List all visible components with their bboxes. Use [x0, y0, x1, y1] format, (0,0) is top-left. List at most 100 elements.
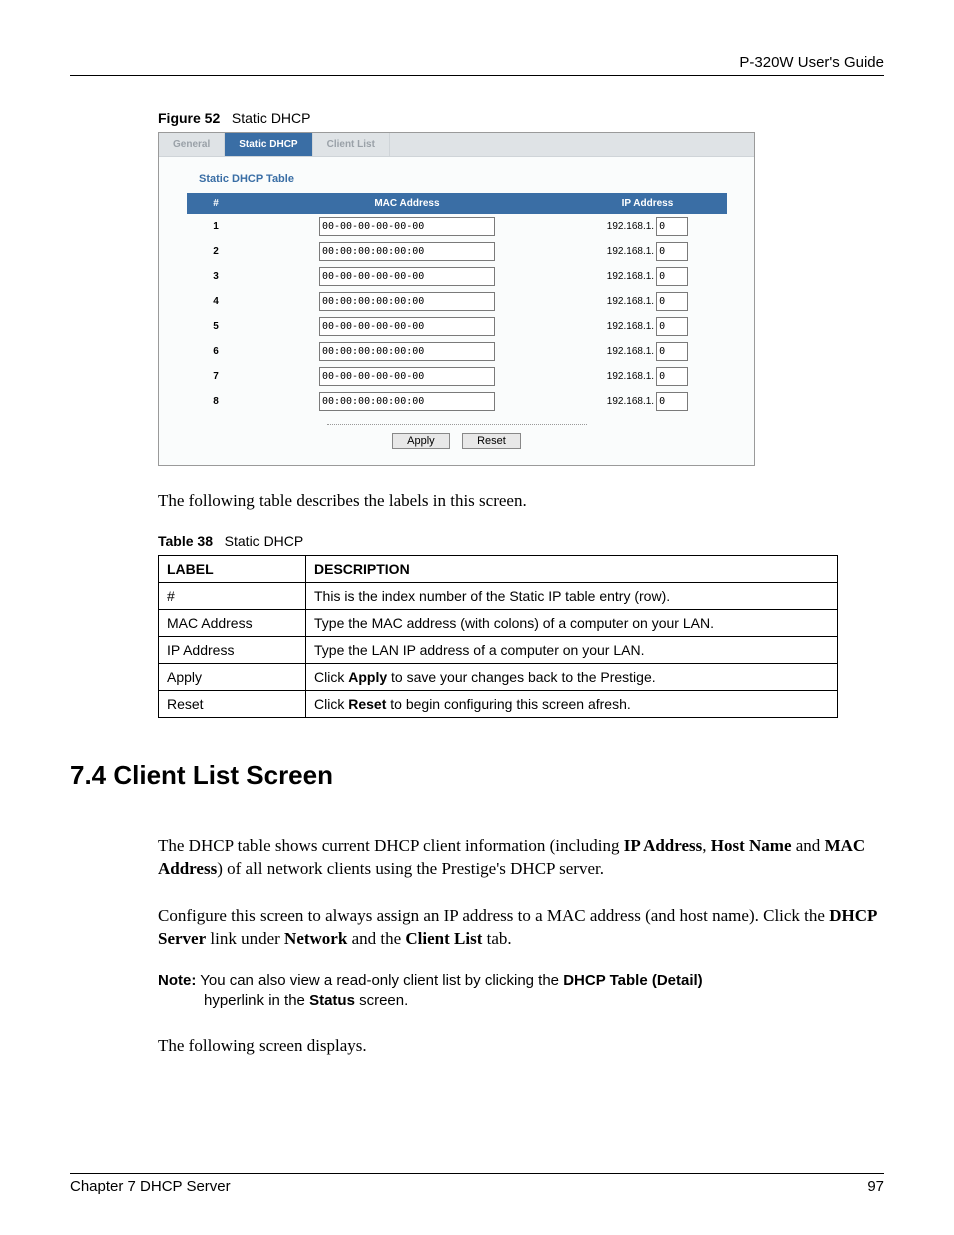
tab-client-list[interactable]: Client List [313, 133, 390, 156]
ip-prefix: 192.168.1. [607, 396, 654, 407]
mac-input[interactable] [319, 317, 495, 336]
footer-page: 97 [867, 1178, 884, 1195]
table-row: 3 192.168.1. [187, 264, 726, 289]
ip-prefix: 192.168.1. [607, 271, 654, 282]
ip-cell: 192.168.1. [569, 339, 726, 364]
desc-cell-label: Reset [159, 690, 306, 717]
ip-input[interactable] [656, 367, 688, 386]
table-caption: Table 38 Static DHCP [158, 533, 884, 549]
guide-title: P-320W User's Guide [70, 54, 884, 71]
desc-cell-desc: Type the MAC address (with colons) of a … [306, 609, 838, 636]
para-intro: The following table describes the labels… [158, 490, 884, 513]
row-index: 3 [187, 264, 245, 289]
mac-cell [245, 389, 569, 414]
desc-cell-label: # [159, 582, 306, 609]
mac-cell [245, 239, 569, 264]
desc-cell-label: MAC Address [159, 609, 306, 636]
mac-cell [245, 364, 569, 389]
table-label: Table 38 [158, 533, 213, 549]
mac-cell [245, 339, 569, 364]
figure-caption: Figure 52 Static DHCP [158, 110, 884, 126]
ip-prefix: 192.168.1. [607, 321, 654, 332]
col-mac: MAC Address [245, 194, 569, 214]
ip-input[interactable] [656, 242, 688, 261]
desc-row: # This is the index number of the Static… [159, 582, 838, 609]
desc-head-label: LABEL [159, 555, 306, 582]
note-block: Note: You can also view a read-only clie… [158, 971, 884, 1012]
mac-cell [245, 214, 569, 240]
ip-input[interactable] [656, 342, 688, 361]
ip-input[interactable] [656, 317, 688, 336]
row-index: 6 [187, 339, 245, 364]
desc-cell-desc: Type the LAN IP address of a computer on… [306, 636, 838, 663]
ip-prefix: 192.168.1. [607, 296, 654, 307]
desc-cell-desc: This is the index number of the Static I… [306, 582, 838, 609]
desc-row: Apply Click Apply to save your changes b… [159, 663, 838, 690]
mac-cell [245, 264, 569, 289]
mac-input[interactable] [319, 292, 495, 311]
figure-label: Figure 52 [158, 110, 220, 126]
row-index: 5 [187, 314, 245, 339]
apply-button[interactable]: Apply [392, 433, 450, 449]
para-74-2: Configure this screen to always assign a… [158, 905, 884, 951]
reset-button[interactable]: Reset [462, 433, 521, 449]
desc-row: IP Address Type the LAN IP address of a … [159, 636, 838, 663]
desc-row: MAC Address Type the MAC address (with c… [159, 609, 838, 636]
tab-static-dhcp[interactable]: Static DHCP [225, 133, 312, 156]
ip-input[interactable] [656, 392, 688, 411]
ip-prefix: 192.168.1. [607, 246, 654, 257]
desc-cell-desc: Click Apply to save your changes back to… [306, 663, 838, 690]
ip-cell: 192.168.1. [569, 214, 726, 240]
mac-cell [245, 289, 569, 314]
table-row: 1 192.168.1. [187, 214, 726, 240]
ip-input[interactable] [656, 267, 688, 286]
ip-cell: 192.168.1. [569, 289, 726, 314]
table-row: 8 192.168.1. [187, 389, 726, 414]
col-ip: IP Address [569, 194, 726, 214]
mac-input[interactable] [319, 342, 495, 361]
row-index: 1 [187, 214, 245, 240]
panel-title: Static DHCP Table [159, 157, 754, 193]
section-heading: 7.4 Client List Screen [70, 760, 884, 791]
footer-chapter: Chapter 7 DHCP Server [70, 1178, 231, 1195]
table-row: 6 192.168.1. [187, 339, 726, 364]
row-index: 4 [187, 289, 245, 314]
static-dhcp-table: # MAC Address IP Address 1192.168.1.2192… [187, 193, 727, 414]
ip-prefix: 192.168.1. [607, 346, 654, 357]
row-index: 8 [187, 389, 245, 414]
table-row: 2192.168.1. [187, 239, 726, 264]
ip-prefix: 192.168.1. [607, 221, 654, 232]
page-header: P-320W User's Guide [70, 54, 884, 76]
mac-input[interactable] [319, 392, 495, 411]
mac-input[interactable] [319, 217, 495, 236]
desc-head-desc: DESCRIPTION [306, 555, 838, 582]
ip-cell: 192.168.1. [569, 264, 726, 289]
tab-general[interactable]: General [159, 133, 225, 156]
desc-row: Reset Click Reset to begin configuring t… [159, 690, 838, 717]
description-table: LABEL DESCRIPTION # This is the index nu… [158, 555, 838, 718]
separator [327, 424, 587, 425]
mac-cell [245, 314, 569, 339]
col-num: # [187, 194, 245, 214]
ip-input[interactable] [656, 292, 688, 311]
table-row: 7 192.168.1. [187, 364, 726, 389]
para-74-3: The following screen displays. [158, 1035, 884, 1058]
ip-cell: 192.168.1. [569, 389, 726, 414]
tab-bar: General Static DHCP Client List [159, 133, 754, 157]
ip-prefix: 192.168.1. [607, 371, 654, 382]
row-index: 7 [187, 364, 245, 389]
desc-cell-desc: Click Reset to begin configuring this sc… [306, 690, 838, 717]
page-footer: Chapter 7 DHCP Server 97 [70, 1173, 884, 1195]
table-title: Static DHCP [225, 533, 304, 549]
mac-input[interactable] [319, 267, 495, 286]
button-row: Apply Reset [159, 431, 754, 465]
ip-cell: 192.168.1. [569, 239, 726, 264]
ip-cell: 192.168.1. [569, 364, 726, 389]
desc-cell-label: Apply [159, 663, 306, 690]
mac-input[interactable] [319, 242, 495, 261]
ip-input[interactable] [656, 217, 688, 236]
para-74-1: The DHCP table shows current DHCP client… [158, 835, 884, 881]
table-row: 5 192.168.1. [187, 314, 726, 339]
table-row: 4 192.168.1. [187, 289, 726, 314]
mac-input[interactable] [319, 367, 495, 386]
